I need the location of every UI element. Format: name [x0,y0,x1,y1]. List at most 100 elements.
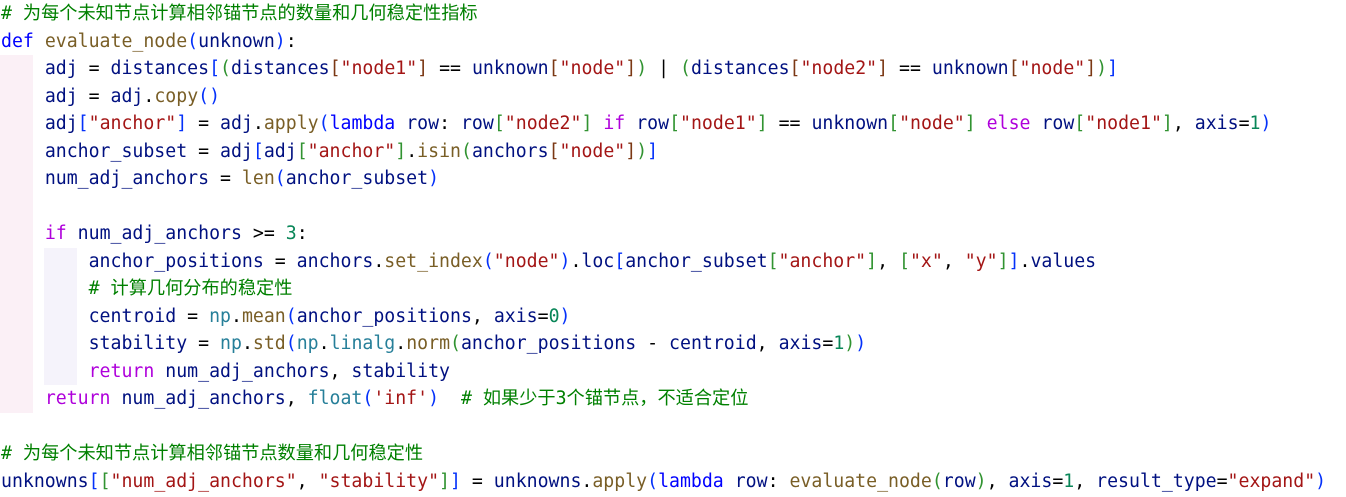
variable-token: row [460,113,494,134]
function-name-token: norm [406,333,451,354]
function-name-token: len [241,168,275,189]
operator-token: . [406,140,418,162]
operator-token [439,388,461,409]
code-lines[interactable]: # 为每个未知节点计算相邻锚节点的数量和几何稳定性指标 def evaluate_… [1,0,1346,495]
bracket-token: [ [548,58,560,79]
code-line[interactable]: stability = np.std(np.linalg.norm(anchor… [1,330,1346,358]
operator-token: == [428,58,472,79]
comment-token: # 为每个未知节点计算相邻锚节点数量和几何稳定性 [1,443,424,464]
string-token: "anchor" [307,140,396,162]
bracket-token: ) [428,388,440,409]
operator-token: == [767,113,812,134]
function-name-token: std [252,333,286,354]
string-token: "y" [964,250,998,272]
variable-token: num_adj_anchors [44,168,210,189]
bracket-token: ] [449,470,461,492]
code-line[interactable] [1,193,1346,221]
operator-token [34,31,45,52]
code-editor[interactable]: # 为每个未知节点计算相邻锚节点的数量和几何稳定性指标 def evaluate_… [0,0,1346,497]
operator-token: - [636,333,670,354]
string-token: "node2" [800,58,878,79]
code-line[interactable]: return num_adj_anchors, float('inf') # 如… [1,385,1346,413]
bracket-token: ) [975,470,987,492]
code-line[interactable]: num_adj_anchors = len(anchor_subset) [1,165,1346,193]
operator-token [1030,113,1041,134]
operator-token: = [187,140,221,162]
bracket-token: [ [548,140,560,162]
operator-token: , [329,360,352,382]
bracket-token: ] [1161,113,1173,134]
operator-token: . [241,333,253,354]
bracket-token: ( [220,58,231,79]
code-line[interactable] [1,413,1346,441]
bracket-token: ( [285,333,297,354]
operator-token: = [1052,470,1064,492]
operator-token [1,278,89,299]
bracket-token: ] [1085,58,1097,79]
operator-token: = [537,305,549,327]
number-token: 0 [548,305,560,327]
code-line[interactable]: anchor_positions = anchors.set_index("no… [1,248,1346,276]
code-line[interactable]: # 为每个未知节点计算相邻锚节点数量和几何稳定性 [1,440,1346,468]
code-line[interactable]: # 计算几何分布的稳定性 [1,275,1346,303]
variable-token: row [942,470,976,492]
bracket-token: ( [285,305,297,327]
operator-token: . [373,250,385,272]
bracket-token: ] [877,58,889,79]
bracket-token: ] [395,140,407,162]
bracket-token: ) [274,30,286,52]
variable-token: row [1041,113,1075,134]
function-name-token: set_index [384,250,483,272]
variable-token: axis [1008,470,1053,492]
bracket-token: ( [680,58,691,79]
variable-token: anchors [471,140,549,162]
code-line[interactable]: centroid = np.mean(anchor_positions, axi… [1,303,1346,331]
bracket-token: ] [625,58,637,79]
code-line[interactable]: adj = distances[(distances["node1"] == u… [1,55,1346,83]
operator-token [724,471,735,492]
string-token: "node" [493,250,560,272]
variable-token: unknowns [1,470,89,492]
operator-token: , [756,333,779,354]
bracket-token: [ [899,250,910,272]
operator-token: . [318,333,330,354]
variable-token: centroid [669,333,757,354]
code-line[interactable]: def evaluate_node(unknown): [1,28,1346,56]
variable-token: axis [1194,113,1239,134]
code-line[interactable]: adj["anchor"] = adj.apply(lambda row: ro… [1,110,1346,138]
bracket-token: [ [329,58,341,79]
operator-token: | [647,58,681,79]
function-name-token: mean [241,305,286,327]
module-token: np [296,333,319,354]
string-token: "num_adj_anchors" [110,470,297,492]
bracket-token: ( [198,85,210,107]
operator-token: . [252,113,264,134]
variable-token: stability [88,333,188,354]
string-token: "node1" [680,113,757,134]
operator-token: : [439,113,461,134]
string-token: "node" [559,140,626,162]
bracket-token: ] [964,113,976,134]
code-line[interactable]: unknowns[["num_adj_anchors", "stability"… [1,468,1346,496]
string-token: "x" [909,250,943,272]
operator-token: = [263,250,297,272]
operator-token: = [1238,113,1250,134]
module-token: float [307,388,363,409]
string-token: "node" [899,113,965,134]
code-line[interactable]: # 为每个未知节点计算相邻锚节点的数量和几何稳定性指标 [1,0,1346,28]
variable-token: anchor_positions [88,250,264,272]
bracket-token: ) [1315,470,1327,492]
bracket-token: ] [625,140,637,162]
variable-token: stability [351,360,450,382]
operator-token: . [143,85,155,107]
string-token: "node1" [1085,113,1162,134]
code-line[interactable]: anchor_subset = adj[adj["anchor"].isin(a… [1,138,1346,166]
operator-token: , [986,470,1009,492]
variable-token: values [1030,250,1097,272]
bracket-token: ] [997,250,1009,272]
code-line[interactable]: if num_adj_anchors >= 3: [1,220,1346,248]
variable-token: unknown [471,58,549,79]
code-line[interactable]: return num_adj_anchors, stability [1,358,1346,386]
code-line[interactable]: adj = adj.copy() [1,83,1346,111]
operator-token: >= [241,223,286,244]
